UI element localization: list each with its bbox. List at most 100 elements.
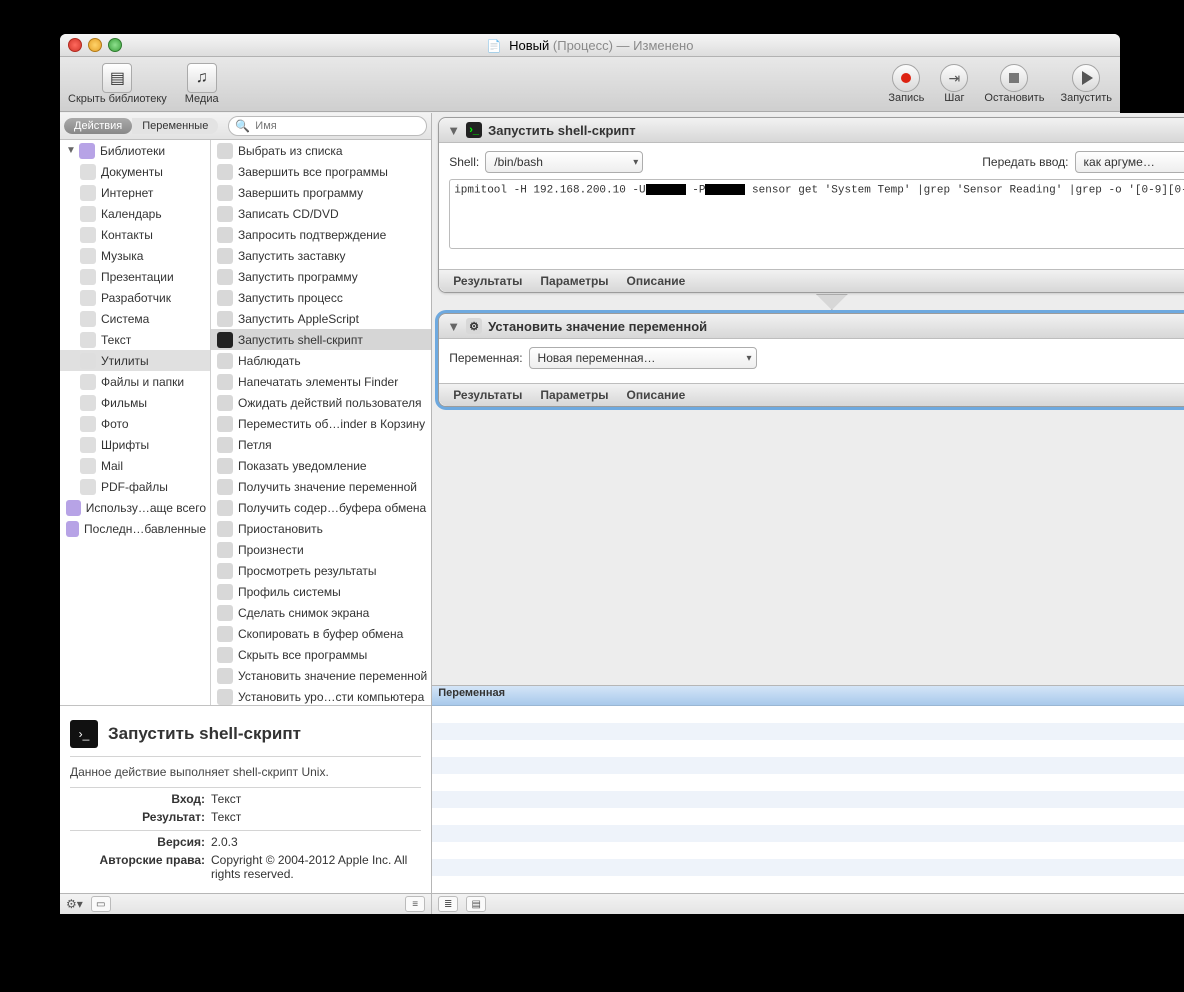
category-item[interactable]: Интернет (60, 182, 210, 203)
log-view-button[interactable]: ▤ (466, 896, 486, 912)
action-item[interactable]: Установить уро…сти компьютера (211, 686, 431, 705)
action-item[interactable]: Запустить AppleScript (211, 308, 431, 329)
category-item[interactable]: PDF-файлы (60, 476, 210, 497)
category-list[interactable]: ▼БиблиотекиДокументыИнтернет Календарь Кон… (60, 140, 211, 705)
action-label: Получить значение переменной (238, 480, 417, 494)
action-list[interactable]: Выбрать из спискаЗавершить все программы… (211, 140, 431, 705)
disclosure-icon[interactable]: ▼ (66, 145, 74, 156)
action-item[interactable]: Получить содер…буфера обмена (211, 497, 431, 518)
action-header[interactable]: ▼ ›_ Запустить shell-скрипт ✕ (439, 118, 1184, 143)
action-item[interactable]: Установить значение переменной (211, 665, 431, 686)
variables-body[interactable] (432, 706, 1184, 893)
action-item[interactable]: Ожидать действий пользователя (211, 392, 431, 413)
tab-description[interactable]: Описание (627, 274, 686, 288)
toggle-description-button[interactable]: ▭ (91, 896, 111, 912)
tab-options[interactable]: Параметры (540, 388, 608, 402)
category-item[interactable]: Система (60, 308, 210, 329)
action-item[interactable]: Запросить подтверждение (211, 224, 431, 245)
category-item[interactable]: Документы (60, 161, 210, 182)
action-run-shell-script[interactable]: ▼ ›_ Запустить shell-скрипт ✕ Shell: /bi… (438, 117, 1184, 293)
action-item[interactable]: Произнести (211, 539, 431, 560)
action-item[interactable]: Выбрать из списка (211, 140, 431, 161)
disclosure-icon[interactable]: ▼ (447, 123, 460, 138)
category-item[interactable]: Утилиты (60, 350, 210, 371)
search-input[interactable] (253, 119, 420, 133)
pass-input-select[interactable]: как аргуме… (1075, 151, 1184, 173)
action-item[interactable]: Запустить процесс (211, 287, 431, 308)
record-label: Запись (888, 92, 924, 104)
tab-results[interactable]: Результаты (453, 388, 522, 402)
media-button[interactable]: ♫ Медиа (185, 63, 219, 105)
action-item[interactable]: Запустить программу (211, 266, 431, 287)
action-item[interactable]: Напечатать элементы Finder (211, 371, 431, 392)
action-icon (217, 185, 233, 201)
variables-header[interactable]: Переменная (432, 686, 1184, 706)
record-button[interactable]: Запись (888, 64, 924, 104)
category-item[interactable]: Файлы и папки (60, 371, 210, 392)
action-item[interactable]: Завершить все программы (211, 161, 431, 182)
zoom-window-button[interactable] (108, 38, 122, 52)
action-icon (217, 647, 233, 663)
action-title: Установить значение переменной (488, 319, 707, 334)
action-item[interactable]: Просмотреть результаты (211, 560, 431, 581)
tab-description[interactable]: Описание (627, 388, 686, 402)
category-item[interactable]: Контакты (60, 224, 210, 245)
tab-results[interactable]: Результаты (453, 274, 522, 288)
category-label: Календарь (101, 207, 162, 221)
column-view-button[interactable]: ≡ (405, 896, 425, 912)
tab-variables[interactable]: Переменные (132, 118, 218, 134)
tab-actions[interactable]: Действия (64, 118, 132, 134)
action-icon (217, 668, 233, 684)
action-item[interactable]: Переместить об…inder в Корзину (211, 413, 431, 434)
action-item[interactable]: Показать уведомление (211, 455, 431, 476)
action-item[interactable]: Записать CD/DVD (211, 203, 431, 224)
action-item[interactable]: Петля (211, 434, 431, 455)
minimize-window-button[interactable] (88, 38, 102, 52)
action-item[interactable]: Приостановить (211, 518, 431, 539)
category-icon (80, 206, 96, 222)
category-recent[interactable]: Последн…бавленные (60, 518, 210, 539)
search-icon: 🔍 (235, 119, 250, 133)
action-set-variable[interactable]: ▼ ⚙︎ Установить значение переменной ✕ Пе… (438, 313, 1184, 407)
action-item[interactable]: Запустить shell-скрипт (211, 329, 431, 350)
action-item[interactable]: Запустить заставку (211, 245, 431, 266)
action-item[interactable]: Скрыть все программы (211, 644, 431, 665)
gear-menu-icon[interactable]: ⚙︎▾ (66, 897, 83, 911)
category-item[interactable]: Mail (60, 455, 210, 476)
workflow-panel: ▼ ›_ Запустить shell-скрипт ✕ Shell: /bi… (432, 113, 1184, 914)
document-icon: 📄 (487, 39, 502, 53)
category-item[interactable]: Музыка (60, 245, 210, 266)
stop-button[interactable]: Остановить (984, 64, 1044, 104)
action-item[interactable]: Скопировать в буфер обмена (211, 623, 431, 644)
hide-library-button[interactable]: ▤ Скрыть библиотеку (68, 63, 167, 105)
workflow-canvas[interactable]: ▼ ›_ Запустить shell-скрипт ✕ Shell: /bi… (432, 113, 1184, 685)
shell-select[interactable]: /bin/bash (485, 151, 643, 173)
action-item[interactable]: Сделать снимок экрана (211, 602, 431, 623)
variable-select[interactable]: Новая переменная… (529, 347, 757, 369)
step-button[interactable]: ⇥ Шаг (940, 64, 968, 104)
action-item[interactable]: Наблюдать (211, 350, 431, 371)
script-textarea[interactable]: ipmitool -H 192.168.200.10 -U -P sensor … (449, 179, 1184, 249)
category-item[interactable]: Календарь (60, 203, 210, 224)
action-label: Петля (238, 438, 272, 452)
description-row: Результат:Текст (70, 810, 421, 824)
action-label: Приостановить (238, 522, 323, 536)
action-header[interactable]: ▼ ⚙︎ Установить значение переменной ✕ (439, 314, 1184, 339)
category-item[interactable]: Фильмы (60, 392, 210, 413)
category-root[interactable]: ▼Библиотеки (60, 140, 210, 161)
list-view-button[interactable]: ≣ (438, 896, 458, 912)
category-item[interactable]: Шрифты (60, 434, 210, 455)
run-button[interactable]: Запустить (1060, 64, 1112, 104)
close-window-button[interactable] (68, 38, 82, 52)
action-item[interactable]: Получить значение переменной (211, 476, 431, 497)
category-item[interactable]: Фото (60, 413, 210, 434)
tab-options[interactable]: Параметры (540, 274, 608, 288)
action-item[interactable]: Профиль системы (211, 581, 431, 602)
action-label: Запустить AppleScript (238, 312, 359, 326)
category-item[interactable]: Текст (60, 329, 210, 350)
category-item[interactable]: Презентации (60, 266, 210, 287)
disclosure-icon[interactable]: ▼ (447, 319, 460, 334)
action-item[interactable]: Завершить программу (211, 182, 431, 203)
category-most-used[interactable]: Использу…аще всего (60, 497, 210, 518)
category-item[interactable]: Разработчик (60, 287, 210, 308)
